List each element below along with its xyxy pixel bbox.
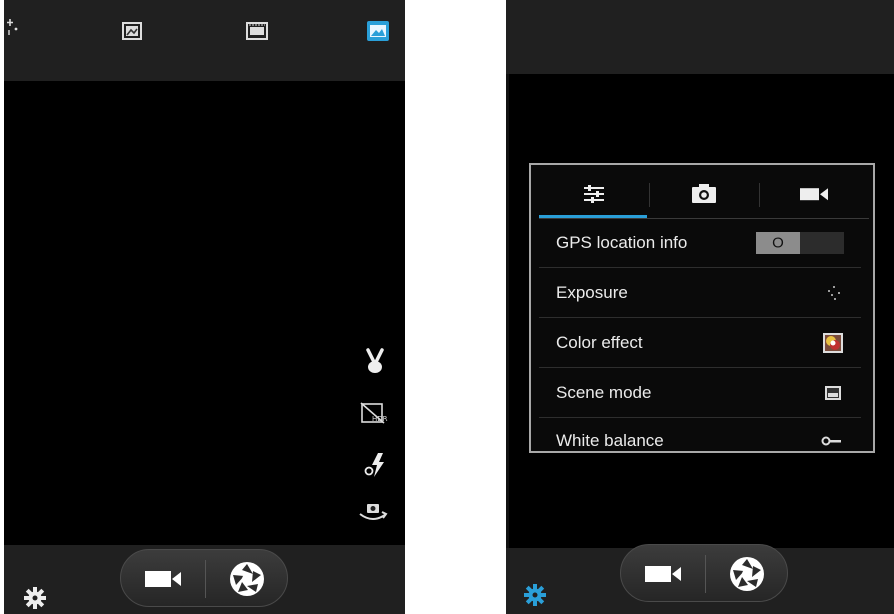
shutter-button[interactable] — [205, 550, 289, 608]
video-camera-icon — [799, 186, 829, 202]
tab-general[interactable] — [539, 173, 649, 218]
setting-row-gps[interactable]: GPS location info O — [539, 219, 861, 268]
tab-photo[interactable] — [649, 173, 759, 217]
setting-row-exposure[interactable]: Exposure — [539, 269, 861, 318]
settings-tabs — [539, 173, 869, 218]
mode-bar — [4, 0, 405, 81]
tab-video[interactable] — [759, 173, 869, 217]
video-record-button[interactable] — [121, 550, 205, 608]
camera-icon — [691, 184, 717, 204]
setting-label: Scene mode — [556, 383, 652, 402]
video-camera-icon — [143, 569, 183, 589]
shutter-button[interactable] — [705, 545, 789, 603]
capture-controls — [120, 549, 288, 607]
setting-row-white-balance[interactable]: White balance — [539, 419, 861, 453]
white-balance-icon — [821, 436, 841, 446]
camera-viewfinder-screen: HDR — [4, 0, 405, 614]
color-effect-icon — [823, 333, 843, 353]
settings-panel: GPS location info O Exposure Color effec… — [529, 163, 875, 453]
setting-label: Exposure — [556, 283, 628, 302]
capture-controls — [620, 544, 788, 602]
capture-bar — [4, 545, 405, 614]
mode-bar — [506, 0, 894, 74]
photo-mode-icon[interactable] — [367, 21, 389, 41]
setting-label: GPS location info — [556, 233, 688, 252]
setting-label: Color effect — [556, 333, 643, 352]
toggle-state-text: O — [772, 234, 784, 252]
sliders-icon — [583, 184, 605, 204]
setting-row-scene-mode[interactable]: Scene mode — [539, 369, 861, 418]
shutter-icon — [728, 555, 766, 593]
panorama-icon[interactable] — [122, 22, 142, 40]
video-camera-icon — [643, 564, 683, 584]
svg-text:HDR: HDR — [372, 415, 388, 423]
shutter-icon — [228, 560, 266, 598]
screen-edge — [506, 0, 509, 614]
gear-icon[interactable] — [524, 584, 546, 606]
setting-row-color-effect[interactable]: Color effect — [539, 319, 861, 368]
switch-camera-icon[interactable] — [358, 502, 388, 524]
capture-bar — [506, 544, 894, 614]
setting-label: White balance — [556, 430, 664, 450]
scene-hand-icon[interactable] — [364, 348, 386, 374]
camera-settings-screen: GPS location info O Exposure Color effec… — [506, 0, 894, 614]
video-mode-icon[interactable] — [246, 22, 268, 40]
gps-toggle[interactable]: O — [756, 232, 844, 254]
scene-mode-icon — [825, 386, 841, 400]
flash-auto-icon[interactable] — [364, 452, 388, 478]
exposure-icon — [827, 285, 841, 301]
video-record-button[interactable] — [621, 545, 705, 603]
toggle-knob: O — [756, 232, 800, 254]
hdr-off-icon[interactable]: HDR — [360, 402, 388, 424]
gear-icon[interactable] — [24, 587, 46, 609]
flash-sparkle-icon[interactable] — [6, 18, 20, 36]
